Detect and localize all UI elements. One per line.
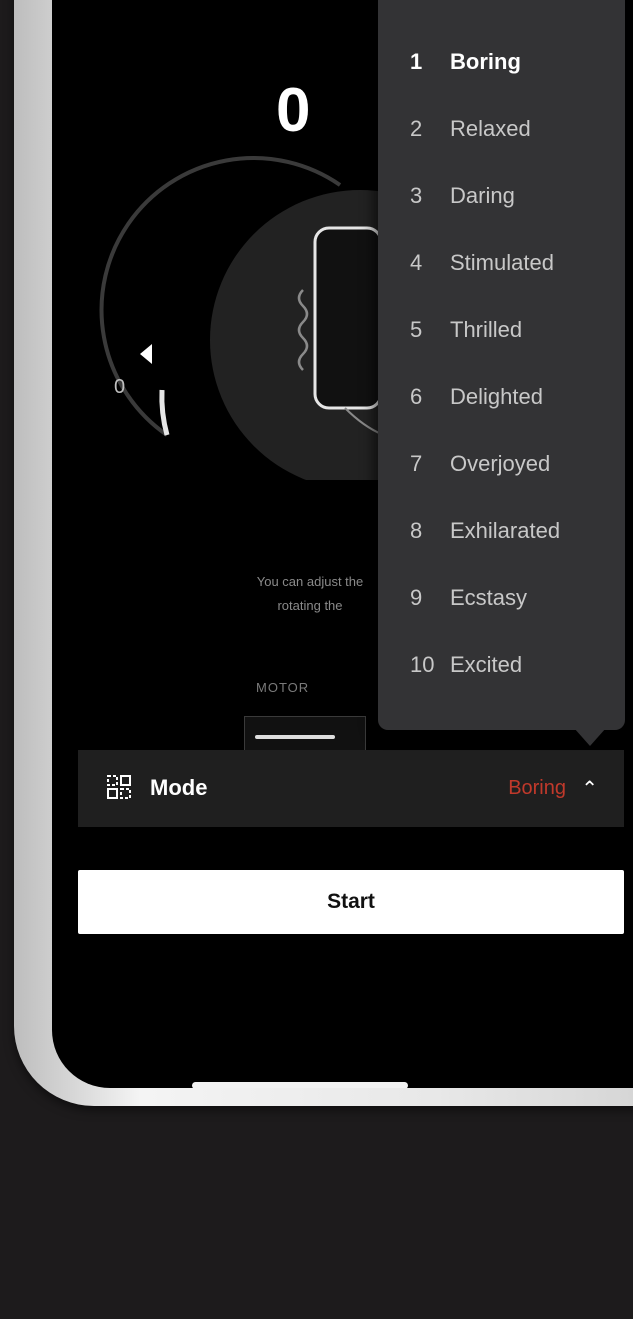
mode-dropdown: 1 Boring 2 Relaxed 3 Daring 4 Stimulated 5 Thrill… <box>378 0 625 730</box>
dropdown-item[interactable]: 10 Excited <box>378 631 625 698</box>
dropdown-item-number: 7 <box>410 450 423 476</box>
dropdown-item[interactable]: 4 Stimulated <box>378 229 625 296</box>
dropdown-item[interactable]: 8 Exhilarated <box>378 497 625 564</box>
home-indicator <box>192 1082 408 1088</box>
meter-value: 0 <box>276 76 311 145</box>
dropdown-item-label: Ecstasy <box>450 584 528 610</box>
dropdown-item-number: 2 <box>410 115 423 141</box>
dropdown-item[interactable]: 1 Boring <box>378 28 625 95</box>
dropdown-item-label: Daring <box>450 182 515 208</box>
mode-label: Mode <box>150 775 208 800</box>
dropdown-item-number: 4 <box>410 249 423 275</box>
dropdown-item-number: 9 <box>410 584 423 610</box>
dropdown-item-number: 8 <box>410 517 423 543</box>
motor-slider-fill <box>255 735 335 739</box>
dropdown-pointer <box>574 728 606 746</box>
dropdown-item-label: Delighted <box>450 383 543 409</box>
dropdown-item-number: 3 <box>410 182 423 208</box>
dropdown-item[interactable]: 7 Overjoyed <box>378 430 625 497</box>
mode-value: Boring <box>508 777 566 799</box>
dropdown-item[interactable]: 2 Relaxed <box>378 95 625 162</box>
dropdown-item-label: Relaxed <box>450 115 531 141</box>
dropdown-item-label: Boring <box>450 48 521 74</box>
dropdown-item-number: 5 <box>410 316 423 342</box>
dropdown-item[interactable]: 6 Delighted <box>378 363 625 430</box>
dial-graphic <box>99 155 420 480</box>
stage: 0 0 You can adjust the rotating the MOTO… <box>0 0 633 1319</box>
mode-grid-icon <box>107 775 131 799</box>
dropdown-item[interactable]: 9 Ecstasy <box>378 564 625 631</box>
chevron-up-icon[interactable]: ⌃ <box>581 776 598 801</box>
dropdown-item-label: Thrilled <box>450 316 523 342</box>
dial-min-label: 0 <box>114 376 126 398</box>
dropdown-item-number: 10 <box>410 651 435 677</box>
dropdown-item-number: 6 <box>410 383 423 409</box>
dropdown-item[interactable]: 5 Thrilled <box>378 296 625 363</box>
dropdown-item-label: Exhilarated <box>450 517 561 543</box>
dropdown-item-label: Excited <box>450 651 523 677</box>
dial-pointer-icon[interactable] <box>140 344 152 364</box>
start-button[interactable]: Start <box>78 870 624 934</box>
dropdown-item-label: Overjoyed <box>450 450 551 476</box>
dropdown-item-number: 1 <box>410 48 423 74</box>
dropdown-item[interactable]: 3 Daring <box>378 162 625 229</box>
mode-selector[interactable]: Mode Boring ⌃ <box>78 750 624 827</box>
dropdown-item-label: Stimulated <box>450 249 554 275</box>
motor-label: MOTOR <box>256 680 310 695</box>
